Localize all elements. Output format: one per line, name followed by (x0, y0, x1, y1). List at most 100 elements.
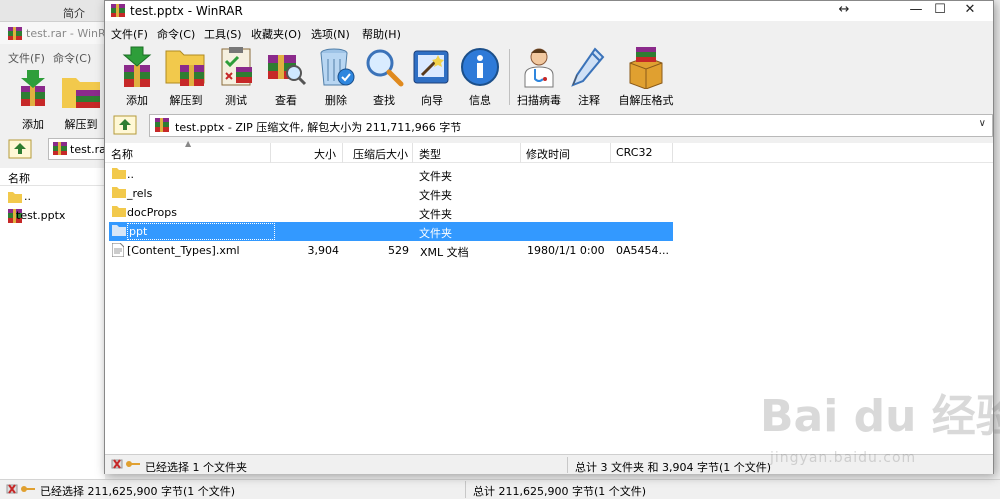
menu-help[interactable]: 帮助(H) (362, 26, 401, 42)
comment-pen-icon (571, 47, 605, 87)
table-row[interactable]: docProps 文件夹 (109, 203, 673, 222)
column-header-size[interactable]: 大小 (271, 143, 343, 163)
chevron-down-icon[interactable]: ∨ (979, 118, 986, 129)
sfx-button[interactable]: 自解压格式 (613, 43, 679, 107)
background-add-button[interactable]: 添加 (8, 68, 58, 132)
sfx-label: 自解压格式 (618, 94, 674, 107)
sort-up-icon: ▲ (185, 139, 192, 148)
winrar-logo-icon (8, 27, 22, 43)
sfx-box-icon (629, 47, 663, 90)
comment-button[interactable]: 注释 (565, 43, 613, 107)
toolbar: 添加 解压到 测试 查看 删除 查找 向导 信息 扫描病毒 注释 自解压格式 (105, 43, 993, 109)
extract-to-button[interactable]: 解压到 (161, 43, 211, 107)
column-header-modified[interactable]: 修改时间 (521, 143, 611, 163)
add-books-icon (21, 70, 45, 106)
status-key-icon (111, 457, 141, 474)
view-label: 查看 (275, 94, 297, 107)
rar-file-icon (53, 142, 67, 158)
column-header-packed[interactable]: 压缩后大小 (343, 143, 413, 163)
extract-folder-icon (165, 50, 205, 86)
background-address-box[interactable]: test.ra (48, 138, 106, 160)
column-header-crc[interactable]: CRC32 (611, 143, 673, 163)
background-title-bar: test.rar - WinR (0, 22, 106, 44)
background-menu-command[interactable]: 命令(C) (53, 50, 91, 66)
window-title: test.pptx - WinRAR (130, 4, 243, 18)
background-window-title: test.rar - WinR (26, 27, 106, 40)
find-button[interactable]: 查找 (359, 43, 409, 107)
view-button[interactable]: 查看 (261, 43, 311, 107)
menu-tools[interactable]: 工具(S) (204, 26, 242, 42)
background-address-text: test.ra (70, 143, 106, 156)
address-text: test.pptx - ZIP 压缩文件, 解包大小为 211,711,966 … (175, 121, 462, 134)
column-crc-label: CRC32 (616, 146, 653, 159)
wizard-wand-icon (413, 50, 449, 84)
test-button[interactable]: 测试 (211, 43, 261, 107)
background-list-header[interactable]: 名称 (0, 168, 105, 186)
find-magnifier-icon (366, 49, 404, 87)
column-modified-label: 修改时间 (526, 148, 570, 161)
address-box[interactable]: test.pptx - ZIP 压缩文件, 解包大小为 211,711,966 … (149, 114, 993, 137)
scan-virus-label: 扫描病毒 (517, 94, 561, 107)
file-type: 文件夹 (419, 170, 452, 183)
background-file-list: .. test.pptx (0, 186, 105, 479)
file-name: _rels (127, 187, 153, 200)
add-books-icon (122, 46, 152, 87)
add-button[interactable]: 添加 (113, 43, 161, 107)
background-status-bar: 已经选择 211,625,900 字节(1 个文件) 总计 211,625,90… (0, 479, 1000, 499)
table-row[interactable]: .. 文件夹 (109, 165, 673, 184)
toolbar-divider (509, 49, 510, 105)
info-button[interactable]: 信息 (455, 43, 505, 107)
background-row-name: test.pptx (16, 209, 66, 222)
background-address-row: test.ra (0, 136, 106, 162)
background-status-total: 总计 211,625,900 字节(1 个文件) (473, 485, 647, 498)
rar-file-icon (155, 118, 169, 135)
menu-command[interactable]: 命令(C) (157, 26, 195, 42)
table-row[interactable]: _rels 文件夹 (109, 184, 673, 203)
menu-bar: 文件(F) 命令(C) 工具(S) 收藏夹(O) 选项(N) 帮助(H) (105, 23, 993, 43)
folder-icon (112, 206, 126, 217)
folder-icon (112, 187, 126, 198)
file-crc: 0A5454... (616, 244, 670, 257)
scan-virus-button[interactable]: 扫描病毒 (513, 43, 565, 107)
focus-rectangle (127, 223, 275, 240)
file-size: 3,904 (307, 244, 340, 257)
column-header-type[interactable]: 类型 (413, 143, 521, 163)
comment-label: 注释 (578, 94, 600, 107)
column-packed-label: 压缩后大小 (353, 148, 408, 161)
status-key-icon (6, 482, 36, 499)
menu-options[interactable]: 选项(N) (311, 26, 350, 42)
xml-file-icon (112, 243, 124, 257)
background-column-name: 名称 (8, 172, 30, 185)
folder-icon (112, 225, 126, 236)
table-row[interactable]: [Content_Types].xml 3,904 529 XML 文档 198… (109, 241, 673, 260)
background-menu-file[interactable]: 文件(F) (8, 50, 45, 66)
file-type: 文件夹 (419, 189, 452, 202)
title-bar[interactable]: test.pptx - WinRAR ↔ — ☐ ✕ (105, 1, 993, 21)
view-books-icon (268, 55, 307, 86)
table-row-selected[interactable]: ppt 文件夹 (109, 222, 673, 241)
column-size-label: 大小 (314, 148, 336, 161)
file-name: [Content_Types].xml (127, 244, 240, 257)
delete-button[interactable]: 删除 (311, 43, 361, 107)
status-divider (567, 457, 568, 473)
file-type: 文件夹 (419, 227, 452, 240)
column-header-name[interactable]: 名称 ▲ (105, 139, 271, 163)
background-extract-button[interactable]: 解压到 (56, 68, 106, 132)
background-tab[interactable]: 简介 (0, 0, 105, 22)
file-name: docProps (127, 206, 177, 219)
extract-to-label: 解压到 (169, 94, 203, 107)
folder-icon (112, 168, 126, 179)
up-folder-button[interactable] (111, 114, 139, 136)
file-modified: 1980/1/1 0:00 (527, 244, 605, 257)
background-up-icon[interactable] (8, 139, 32, 162)
menu-file[interactable]: 文件(F) (111, 26, 148, 42)
background-add-label: 添加 (22, 118, 44, 131)
file-type: 文件夹 (419, 208, 452, 221)
wizard-label: 向导 (421, 94, 443, 107)
close-button[interactable]: ✕ (947, 1, 993, 21)
test-label: 测试 (225, 94, 247, 107)
menu-favorites[interactable]: 收藏夹(O) (251, 26, 301, 42)
wizard-button[interactable]: 向导 (407, 43, 457, 107)
winrar-logo-icon (111, 4, 125, 20)
background-menu-bar: 文件(F) 命令(C) (0, 46, 105, 66)
